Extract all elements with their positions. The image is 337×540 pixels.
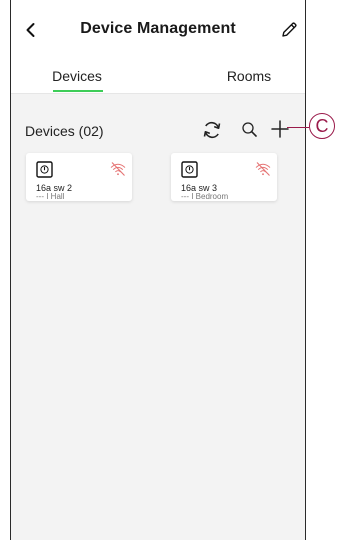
add-device-button[interactable] — [269, 118, 291, 140]
devices-panel: Devices (02) 16a sw 2 --- I Hall 16a sw … — [11, 93, 305, 540]
refresh-button[interactable] — [201, 119, 223, 141]
tab-devices[interactable]: Devices — [27, 68, 127, 84]
page-title: Device Management — [80, 20, 236, 37]
power-switch-icon — [36, 161, 53, 178]
tab-rooms[interactable]: Rooms — [199, 68, 299, 84]
plus-icon — [271, 120, 289, 138]
edit-button[interactable] — [279, 20, 299, 40]
devices-count-label: Devices (02) — [25, 123, 104, 139]
pencil-icon — [282, 22, 297, 37]
device-card[interactable]: 16a sw 3 --- I Bedroom — [171, 153, 277, 201]
refresh-icon — [203, 122, 221, 138]
device-room: --- I Bedroom — [181, 192, 229, 201]
device-card[interactable]: 16a sw 2 --- I Hall — [26, 153, 132, 201]
phone-screen: Device Management Devices Rooms Devices … — [10, 0, 306, 540]
power-switch-icon — [181, 161, 198, 178]
search-button[interactable] — [239, 119, 261, 141]
wifi-off-icon — [255, 162, 271, 176]
search-icon — [242, 122, 257, 137]
active-tab-indicator — [53, 90, 103, 92]
app-header: Device Management Devices Rooms — [11, 0, 305, 92]
wifi-off-icon — [110, 162, 126, 176]
callout-marker: C — [309, 113, 335, 139]
device-room: --- I Hall — [36, 192, 65, 201]
callout-line — [287, 127, 309, 128]
